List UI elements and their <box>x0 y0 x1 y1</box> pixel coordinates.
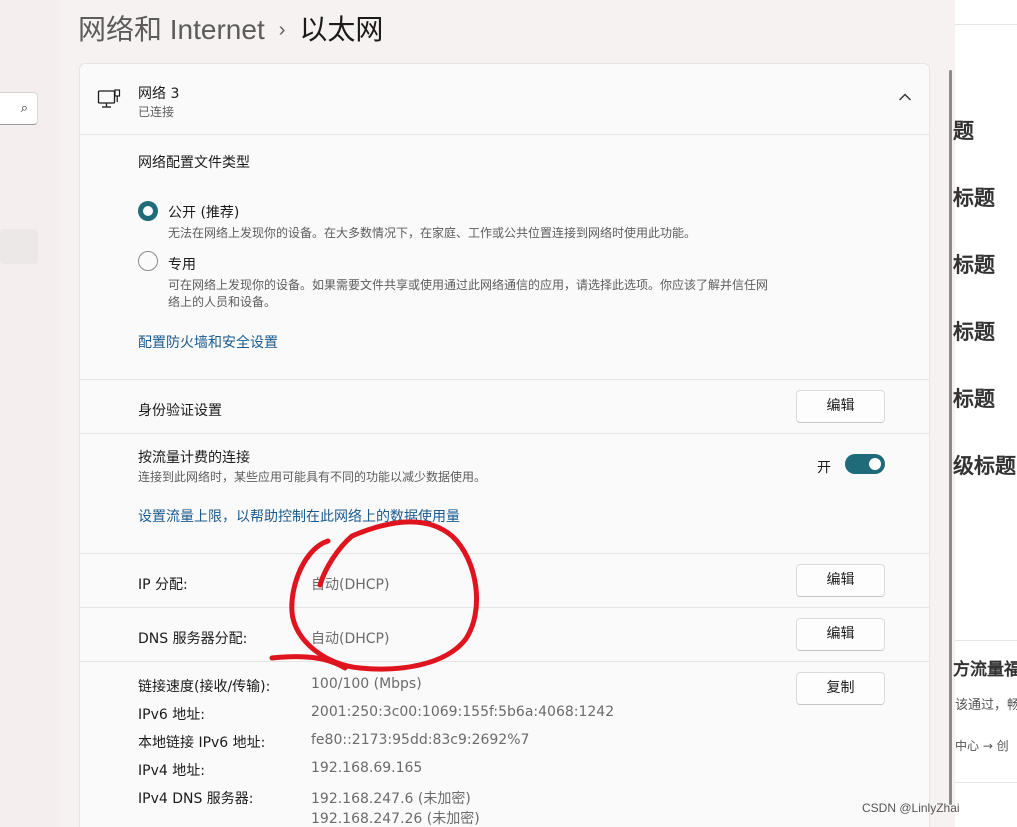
network-card: 网络 3 已连接 网络配置文件类型 公开 (推荐) 无法在网络上发现你的设备。在… <box>79 63 930 827</box>
ip-edit-button[interactable]: 编辑 <box>796 564 885 597</box>
toggle-knob <box>869 458 881 470</box>
divider <box>80 379 929 380</box>
property-label: 本地链接 IPv6 地址: <box>138 735 266 751</box>
property-value: 100/100 (Mbps) <box>311 676 422 692</box>
network-name: 网络 3 <box>138 86 180 102</box>
metered-connection-description: 连接到此网络时，某些应用可能具有不同的功能以减少数据使用。 <box>138 470 487 484</box>
background-snippet-text: 该通过，畅 <box>955 698 1017 713</box>
property-value: 2001:250:3c00:1069:155f:5b6a:4068:1242 <box>311 704 615 720</box>
radio-private-description-line1: 可在网络上发现你的设备。如果需要文件共享或使用通过此网络通信的应用，请选择此选项… <box>168 278 769 292</box>
background-heading[interactable]: 标题 <box>953 182 995 212</box>
divider <box>80 433 929 434</box>
property-value-secondary: 192.168.247.26 (未加密) <box>311 811 480 827</box>
data-limit-link[interactable]: 设置流量上限，以帮助控制在此网络上的数据使用量 <box>138 506 460 526</box>
divider <box>80 553 929 554</box>
property-label: IPv6 地址: <box>138 707 205 723</box>
background-page: 题 标题 标题 标题 标题 级标题 方流量福 该通过，畅 中心 → 创 <box>953 0 1017 827</box>
dns-assignment-value: 自动(DHCP) <box>311 631 390 647</box>
firewall-settings-link[interactable]: 配置防火墙和安全设置 <box>138 332 278 352</box>
divider <box>80 607 929 608</box>
ip-assignment-label: IP 分配: <box>138 577 188 593</box>
network-card-header[interactable]: 网络 3 已连接 <box>80 64 929 134</box>
radio-public-label: 公开 (推荐) <box>168 205 240 221</box>
divider <box>955 640 1017 641</box>
property-label: IPv4 DNS 服务器: <box>138 791 254 807</box>
property-label: IPv4 地址: <box>138 763 205 779</box>
ip-assignment-value: 自动(DHCP) <box>311 577 390 593</box>
radio-private-description-line2: 络上的人员和设备。 <box>168 295 277 309</box>
radio-private-label: 专用 <box>168 257 196 273</box>
background-snippet-link[interactable]: 中心 → 创 <box>955 737 1009 754</box>
divider <box>955 24 1017 25</box>
auth-edit-button[interactable]: 编辑 <box>796 390 885 423</box>
background-heading[interactable]: 级标题 <box>953 450 1016 480</box>
property-value: 192.168.247.6 (未加密) <box>311 791 471 807</box>
profile-type-heading: 网络配置文件类型 <box>138 155 250 171</box>
background-heading[interactable]: 标题 <box>953 383 995 413</box>
dns-edit-button[interactable]: 编辑 <box>796 618 885 651</box>
background-snippet-title[interactable]: 方流量福 <box>953 655 1017 680</box>
metered-toggle-state: 开 <box>817 460 831 476</box>
divider <box>80 134 929 135</box>
background-heading[interactable]: 标题 <box>953 316 995 346</box>
watermark: CSDN @LinlyZhai <box>862 801 960 815</box>
divider <box>955 782 1017 783</box>
auth-settings-label: 身份验证设置 <box>138 403 222 419</box>
metered-toggle[interactable] <box>845 454 885 474</box>
radio-private[interactable] <box>138 251 158 271</box>
settings-main-pane: 网络和 Internet › 以太网 网络 3 已连接 网络配置文件类型 公开 (推… <box>60 0 955 827</box>
radio-public[interactable] <box>138 201 158 221</box>
dns-assignment-label: DNS 服务器分配: <box>138 631 248 647</box>
breadcrumb-separator: › <box>278 19 286 41</box>
background-heading[interactable]: 题 <box>953 115 974 145</box>
property-value: fe80::2173:95dd:83c9:2692%7 <box>311 732 530 748</box>
scrollbar[interactable] <box>949 70 952 805</box>
divider <box>80 661 929 662</box>
property-value: 192.168.69.165 <box>311 760 423 776</box>
radio-public-description: 无法在网络上发现你的设备。在大多数情况下，在家庭、工作或公共位置连接到网络时使用… <box>168 226 697 240</box>
sidebar-item-network-internet[interactable] <box>0 229 38 264</box>
search-input[interactable]: ⌕ <box>0 92 38 125</box>
metered-connection-label: 按流量计费的连接 <box>138 450 250 466</box>
copy-button[interactable]: 复制 <box>796 672 885 705</box>
page-title: 以太网 <box>299 14 384 45</box>
network-status: 已连接 <box>138 105 175 119</box>
chevron-up-icon[interactable] <box>898 92 912 102</box>
ethernet-icon <box>97 89 121 108</box>
breadcrumb: 网络和 Internet › 以太网 <box>78 8 383 48</box>
search-icon: ⌕ <box>20 101 28 116</box>
background-heading[interactable]: 标题 <box>953 249 995 279</box>
breadcrumb-parent[interactable]: 网络和 Internet <box>78 14 265 45</box>
property-label: 链接速度(接收/传输): <box>138 679 271 695</box>
settings-sidebar: ⌕ <box>0 0 60 827</box>
